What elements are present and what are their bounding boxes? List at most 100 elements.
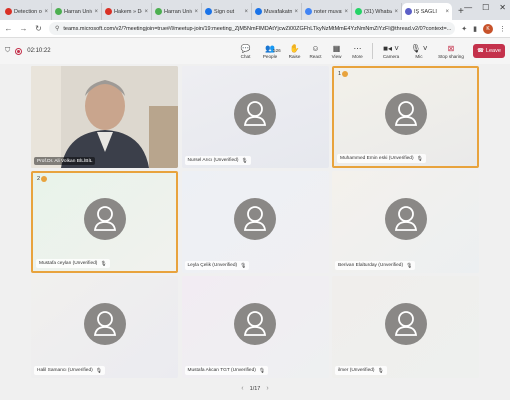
tab-close-icon[interactable]: × bbox=[445, 9, 449, 15]
tab-label: (31) WhatsAp bbox=[364, 8, 392, 15]
browser-tab[interactable]: Muvafakatnan× bbox=[252, 3, 302, 20]
minimize-icon[interactable]: — bbox=[464, 3, 472, 12]
recording-icon bbox=[15, 47, 23, 55]
tab-close-icon[interactable]: × bbox=[194, 9, 198, 15]
avatar bbox=[384, 93, 427, 136]
participant-name-tag: Muhammed Emin eski (Unverified) 🎙 bbox=[337, 154, 426, 163]
tab-close-icon[interactable]: × bbox=[144, 9, 148, 15]
sidebar-icon[interactable]: ▮ bbox=[473, 25, 477, 33]
reload-icon[interactable]: ↻ bbox=[34, 24, 43, 33]
tab-favicon-icon bbox=[105, 8, 112, 15]
browser-tab[interactable]: (31) WhatsAp× bbox=[352, 3, 402, 20]
participant-tile[interactable]: Mustafa Akcan TGT (Unverified) 🎙 bbox=[181, 276, 329, 378]
leave-label: Leave bbox=[485, 48, 501, 54]
url-text: teams.microsoft.com/v2/?meetingjoin=true… bbox=[63, 25, 452, 32]
participant-video bbox=[31, 66, 178, 168]
view-button[interactable]: ▦ View bbox=[327, 44, 346, 59]
back-icon[interactable]: ← bbox=[4, 24, 13, 33]
chat-icon: 💬 bbox=[240, 43, 251, 53]
raised-hand-icon bbox=[342, 71, 349, 77]
tab-close-icon[interactable]: × bbox=[244, 9, 248, 15]
tab-favicon-icon bbox=[355, 8, 362, 15]
participant-tile[interactable]: 2 Mustafa ceylan (Unverified) 🎙 bbox=[31, 171, 178, 273]
more-button[interactable]: ⋯ More bbox=[348, 44, 367, 59]
raised-hand-badge: 1 bbox=[338, 71, 349, 77]
participant-name: Nursel Arıcı (Unverified) bbox=[187, 158, 239, 163]
browser-menu-icon[interactable]: ⋮ bbox=[499, 25, 506, 33]
tab-favicon-icon bbox=[5, 8, 12, 15]
react-button[interactable]: ☺ React bbox=[306, 44, 325, 59]
chat-button[interactable]: 💬 Chat bbox=[236, 44, 255, 59]
extensions-icon[interactable]: ✦ bbox=[461, 25, 467, 33]
person-icon bbox=[243, 206, 267, 231]
leave-button[interactable]: ☎ Leave bbox=[473, 44, 505, 58]
browser-tab[interactable]: noter muvafak× bbox=[302, 3, 352, 20]
tab-label: Harran Ünive bbox=[64, 8, 92, 15]
participant-tile[interactable]: Berivan Elalturday (Unverified) 🎙 bbox=[332, 171, 479, 273]
participant-tile-video[interactable]: Prof.Dr. Ali Volkan BİLİBİL bbox=[31, 66, 178, 168]
stop-sharing-icon: ⊠ bbox=[447, 43, 455, 53]
react-icon: ☺ bbox=[311, 43, 320, 53]
person-icon bbox=[243, 101, 267, 126]
mic-off-icon: 🎙 bbox=[241, 157, 248, 164]
tab-close-icon[interactable]: × bbox=[294, 9, 298, 15]
tab-label: Hakem » Derg bbox=[114, 8, 142, 15]
mic-button[interactable]: 🎙 ˅ Mic bbox=[406, 44, 432, 59]
tab-favicon-icon bbox=[255, 8, 262, 15]
meeting-info: ⛉ 02:10:22 bbox=[5, 47, 235, 55]
participant-tile[interactable]: Halil Samancı (Unverified) 🎙 bbox=[31, 276, 178, 378]
participant-name-tag: Berivan Elalturday (Unverified) 🎙 bbox=[335, 261, 416, 270]
participant-tile[interactable]: Leyla Çelik (Unverified) 🎙 bbox=[181, 171, 329, 273]
tab-close-icon[interactable]: × bbox=[44, 9, 48, 15]
site-info-icon[interactable]: ⚲ bbox=[55, 25, 59, 32]
participant-name-tag: Prof.Dr. Ali Volkan BİLİBİL bbox=[34, 157, 96, 165]
raise-hand-button[interactable]: ✋ Raise bbox=[285, 44, 304, 59]
maximize-icon[interactable]: ☐ bbox=[482, 3, 489, 12]
browser-tab[interactable]: Harran Ünive× bbox=[52, 3, 102, 20]
participant-tile[interactable]: 1 Muhammed Emin eski (Unverified) 🎙 bbox=[332, 66, 479, 168]
mic-off-icon: 🎙 bbox=[416, 155, 423, 162]
avatar bbox=[234, 302, 276, 345]
participant-name-tag: Nursel Arıcı (Unverified) 🎙 bbox=[184, 156, 251, 165]
browser-tab-active[interactable]: IŞ SAĞLI × bbox=[402, 3, 452, 20]
next-page-button[interactable]: › bbox=[266, 385, 268, 392]
view-label: View bbox=[331, 53, 342, 59]
browser-tab[interactable]: Harran Ünive× bbox=[152, 3, 202, 20]
tab-close-icon[interactable]: × bbox=[344, 9, 348, 15]
tab-label: noter muvafak bbox=[314, 8, 342, 15]
close-window-icon[interactable]: ✕ bbox=[499, 3, 506, 12]
tab-close-icon[interactable]: × bbox=[394, 9, 398, 15]
person-icon bbox=[243, 311, 267, 336]
extensions-area: ✦ ▮ K ⋮ bbox=[461, 23, 506, 34]
browser-tab[interactable]: Hakem » Derg× bbox=[102, 3, 152, 20]
mic-off-icon: 🎙 bbox=[377, 367, 384, 374]
participant-tile[interactable]: ilmer (Unverified) 🎙 bbox=[332, 276, 479, 378]
mic-off-icon: 🎙 bbox=[258, 367, 266, 374]
url-field[interactable]: ⚲ teams.microsoft.com/v2/?meetingjoin=tr… bbox=[49, 22, 456, 35]
forward-icon[interactable]: → bbox=[19, 24, 28, 33]
phone-icon: ☎ bbox=[477, 48, 484, 54]
participant-name-tag: Leyla Çelik (Unverified) 🎙 bbox=[184, 261, 250, 270]
browser-tab[interactable]: Sign out × bbox=[202, 3, 252, 20]
tab-favicon-icon bbox=[155, 8, 162, 15]
tab-label: Muvafakatnan bbox=[264, 8, 293, 15]
person-icon bbox=[93, 206, 116, 231]
prev-page-button[interactable]: ‹ bbox=[241, 385, 243, 392]
hand-order: 1 bbox=[338, 71, 342, 77]
stop-sharing-button[interactable]: ⊠ Stop sharing bbox=[434, 44, 468, 59]
gallery-pagination: ‹ 1/17 › bbox=[0, 385, 510, 392]
participant-name: Mustafa ceylan (Unverified) bbox=[39, 261, 98, 266]
participant-tile[interactable]: Nursel Arıcı (Unverified) 🎙 bbox=[181, 66, 329, 168]
participant-name-tag: Halil Samancı (Unverified) 🎙 bbox=[34, 366, 106, 375]
profile-avatar[interactable]: K bbox=[483, 23, 493, 34]
avatar bbox=[384, 302, 427, 345]
chat-label: Chat bbox=[240, 53, 251, 59]
mic-off-icon: 🎙 bbox=[406, 262, 413, 269]
browser-tab[interactable]: Detection of × bbox=[2, 3, 52, 20]
participant-name: Halil Samancı (Unverified) bbox=[37, 368, 93, 373]
tab-label: IŞ SAĞLI bbox=[414, 8, 437, 15]
camera-button[interactable]: ■◂ ˅ Camera bbox=[378, 44, 404, 59]
people-button[interactable]: 👥 526 People bbox=[257, 44, 283, 59]
view-icon: ▦ bbox=[332, 43, 341, 53]
tab-close-icon[interactable]: × bbox=[94, 9, 98, 15]
